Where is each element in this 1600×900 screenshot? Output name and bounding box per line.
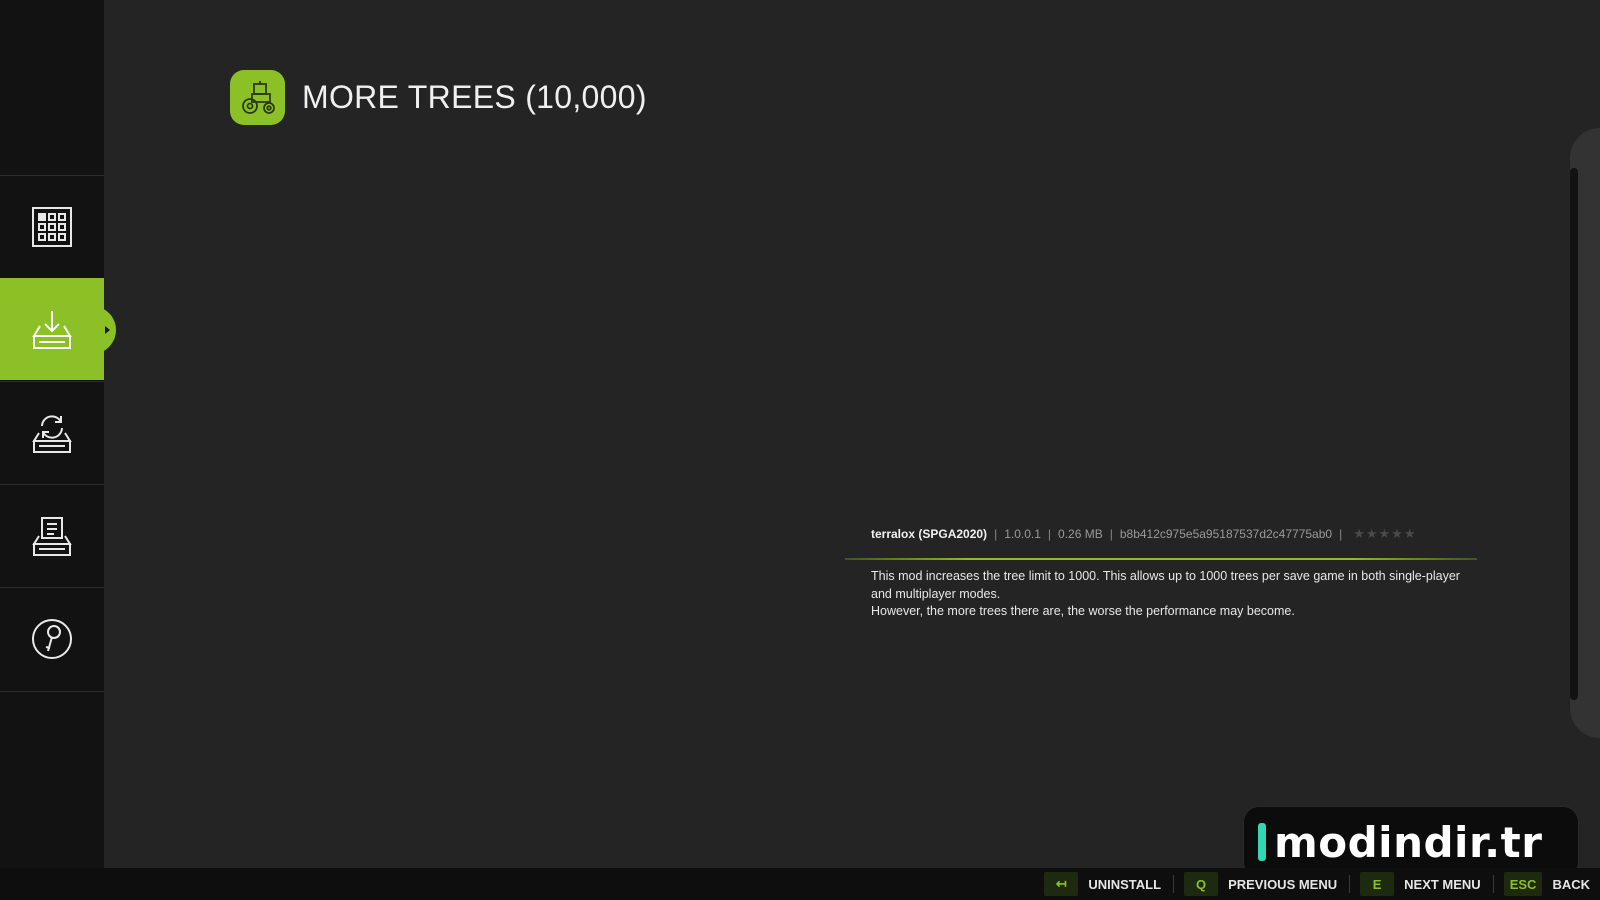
mod-author: terralox (SPGA2020) xyxy=(871,527,988,541)
description-line: However, the more trees there are, the w… xyxy=(871,604,1295,618)
mod-description: This mod increases the tree limit to 100… xyxy=(871,568,1471,621)
scrollbar-thumb[interactable] xyxy=(1570,168,1578,700)
page-title: MORE TREES (10,000) xyxy=(302,79,647,115)
key-hint: ESC xyxy=(1503,872,1543,896)
star-icon: ★ xyxy=(1353,526,1365,541)
previous-menu-button[interactable]: Q PREVIOUS MENU xyxy=(1184,872,1337,896)
mod-size: 0.26 MB xyxy=(1058,527,1103,541)
update-icon xyxy=(32,414,72,453)
sidebar-divider xyxy=(0,691,104,692)
star-icon: ★ xyxy=(1365,526,1378,541)
sidebar-item-updates[interactable] xyxy=(0,381,104,483)
active-indicator xyxy=(105,325,110,334)
meta-separator: | xyxy=(1109,527,1113,541)
tractor-icon xyxy=(241,80,275,114)
sidebar-item-installed[interactable] xyxy=(0,278,110,380)
meta-separator: | xyxy=(1047,527,1052,541)
info-divider xyxy=(845,558,1477,560)
sidebar-item-downloads[interactable] xyxy=(0,484,104,586)
mod-meta-line: terralox (SPGA2020) | 1.0.0.1 | 0.26 MB … xyxy=(871,526,1481,542)
action-label: PREVIOUS MENU xyxy=(1228,876,1338,892)
wrench-icon xyxy=(32,618,72,659)
mod-version: 1.0.0.1 xyxy=(1004,527,1041,541)
footer-separator xyxy=(1173,875,1175,893)
sidebar-item-overview[interactable] xyxy=(0,175,104,277)
star-icon: ★ xyxy=(1403,526,1416,541)
key-hint: ↤ xyxy=(1044,872,1079,896)
next-menu-button[interactable]: E NEXT MENU xyxy=(1360,872,1481,896)
download-icon xyxy=(32,310,72,349)
watermark-bar xyxy=(1258,823,1266,861)
key-hint: Q xyxy=(1184,872,1219,896)
grid-icon xyxy=(32,206,72,247)
mod-category-badge xyxy=(230,70,285,125)
action-label: UNINSTALL xyxy=(1088,876,1162,892)
description-line: This mod increases the tree limit to 100… xyxy=(871,569,1460,601)
uninstall-button[interactable]: ↤ UNINSTALL xyxy=(1044,872,1161,896)
meta-separator: | xyxy=(1339,527,1343,541)
mod-rating: ★ ★ ★ ★ ★ xyxy=(1353,526,1416,542)
action-label: NEXT MENU xyxy=(1404,876,1481,892)
install-box-icon xyxy=(32,516,72,556)
footer-separator xyxy=(1492,875,1494,893)
sidebar-item-tools[interactable] xyxy=(0,587,104,689)
action-label: BACK xyxy=(1552,876,1590,892)
star-icon: ★ xyxy=(1391,526,1403,541)
footer-separator xyxy=(1349,875,1351,893)
watermark-text: modindir.tr xyxy=(1274,817,1543,867)
star-icon: ★ xyxy=(1378,526,1391,541)
sidebar xyxy=(0,0,110,868)
mod-info: terralox (SPGA2020) | 1.0.0.1 | 0.26 MB … xyxy=(871,526,1481,542)
mod-hash: b8b412c975e5a95187537d2c47775ab0 xyxy=(1119,527,1333,541)
back-button[interactable]: ESC BACK xyxy=(1503,872,1590,896)
key-hint: E xyxy=(1360,872,1395,896)
meta-separator: | xyxy=(994,527,998,541)
page-header: MORE TREES (10,000) xyxy=(230,70,647,125)
footer-actions: ↤ UNINSTALL Q PREVIOUS MENU E NEXT MENU … xyxy=(0,868,1600,900)
